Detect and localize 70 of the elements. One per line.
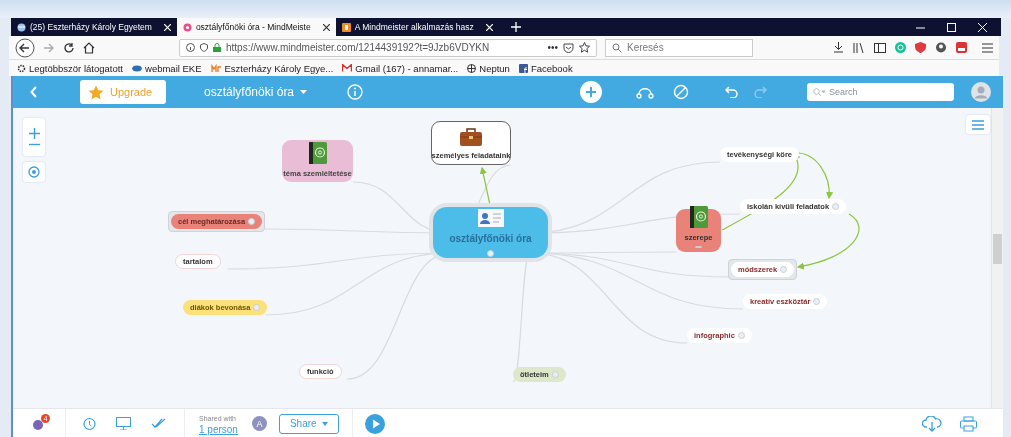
connector-arrow: [796, 213, 860, 270]
zoom-in-icon[interactable]: [28, 128, 40, 139]
address-book-icon: [687, 205, 710, 229]
search-icon: [813, 87, 826, 97]
zoom-out-icon[interactable]: [28, 143, 40, 146]
briefcase-icon: [459, 127, 483, 147]
bookmark-link[interactable]: Neptun: [467, 62, 510, 74]
extension-icon[interactable]: [935, 42, 947, 53]
gear-icon: [17, 63, 26, 73]
bookmark-link[interactable]: Eszterházy Károly Egye...: [210, 62, 334, 74]
play-icon[interactable]: [364, 413, 385, 434]
star-icon: [88, 84, 104, 100]
download-icon[interactable]: [833, 42, 844, 53]
info-icon: [186, 43, 195, 52]
avatar-icon[interactable]: [971, 82, 992, 102]
scrollbar-thumb[interactable]: [993, 234, 1002, 264]
bookmark-link[interactable]: Legtöbbször látogatott: [17, 62, 123, 74]
close-icon[interactable]: [322, 23, 330, 31]
caret-icon: [300, 90, 308, 94]
new-tab-icon[interactable]: [510, 22, 521, 32]
bookmark-link[interactable]: webmail EKE: [132, 62, 202, 74]
search-field[interactable]: Keresés: [605, 38, 753, 57]
cloud-download-icon[interactable]: [922, 415, 942, 432]
browser-tab[interactable]: A Mindmeister alkalmazás hasz: [335, 18, 499, 36]
square-icon: [518, 63, 528, 73]
caret-icon: [321, 421, 328, 426]
checkmark-icon[interactable]: [151, 418, 166, 429]
extension-icon[interactable]: [956, 42, 967, 53]
page-actions-button[interactable]: •••: [547, 42, 558, 53]
address-field[interactable]: https://www.mindmeister.com/1214439192?t=9Jzb6VDYKN •••: [179, 38, 597, 57]
cloud-icon: [132, 64, 142, 72]
bookmark-icon: [341, 22, 351, 32]
star-icon[interactable]: [579, 42, 590, 53]
mail-icon: [342, 64, 353, 72]
note-icon[interactable]: [248, 218, 256, 225]
back-icon[interactable]: [15, 37, 35, 58]
connector-arrow: [479, 166, 491, 206]
pocket-icon[interactable]: [563, 42, 574, 53]
bookmark-link[interactable]: Facebook: [518, 62, 573, 74]
note-icon[interactable]: [487, 249, 494, 257]
library-icon[interactable]: [853, 42, 865, 53]
lock-icon: [213, 43, 221, 52]
mindmap-icon: [182, 22, 192, 32]
history-icon[interactable]: [82, 416, 96, 431]
home-icon[interactable]: [83, 41, 95, 54]
connect-icon[interactable]: [636, 85, 655, 99]
presentation-icon[interactable]: [116, 417, 131, 430]
browser-tab[interactable]: osztályfőnöki óra - MindMeiste: [176, 18, 336, 36]
target-icon[interactable]: [28, 166, 40, 178]
add-icon[interactable]: [580, 81, 603, 103]
menu-icon[interactable]: [982, 42, 993, 53]
info-icon[interactable]: [347, 84, 364, 100]
address-book-icon: [306, 141, 329, 165]
menu-icon[interactable]: [972, 119, 984, 130]
undo-icon[interactable]: [723, 86, 740, 98]
search-icon: [612, 42, 622, 53]
contact-card-icon: [477, 208, 504, 227]
reload-icon[interactable]: [63, 41, 75, 54]
shield-icon: [200, 43, 208, 52]
browser-tab[interactable]: (25) Eszterházy Károly Egyetem: [11, 18, 177, 36]
forward-icon[interactable]: [43, 41, 55, 54]
letters-icon: [210, 63, 222, 73]
globe-icon: [17, 22, 26, 32]
bookmark-link[interactable]: Gmail (167) - annamar...: [342, 62, 459, 74]
maximize-icon[interactable]: [947, 22, 956, 32]
printer-icon[interactable]: [960, 415, 977, 432]
globe-icon: [467, 63, 477, 73]
shield-icon[interactable]: [915, 42, 926, 53]
sidebar-icon[interactable]: [874, 42, 886, 53]
block-icon[interactable]: [673, 84, 690, 100]
